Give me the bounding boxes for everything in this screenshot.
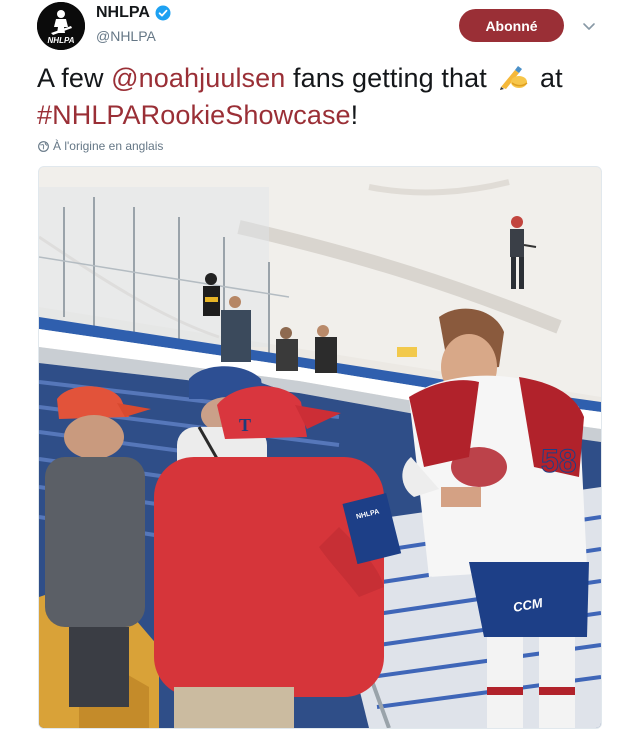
avatar[interactable]: NHLPA [37, 2, 85, 50]
writing-hand-icon [498, 63, 528, 99]
svg-text:T: T [239, 415, 251, 435]
globe-icon [38, 140, 49, 152]
photo-scene: T NHLPA 58 CCM [39, 167, 601, 728]
mention-link[interactable]: @noahjuulsen [111, 63, 285, 93]
avatar-logo-text: NHLPA [48, 36, 75, 45]
tweet-text: A few @noahjuulsen fans getting that at … [37, 62, 597, 132]
display-name[interactable]: NHLPA [96, 4, 150, 22]
translation-label: À l'origine en anglais [53, 139, 164, 153]
verified-badge-icon [155, 5, 171, 21]
nhlpa-logo-icon: NHLPA [37, 2, 85, 50]
hashtag-link[interactable]: #NHLPARookieShowcase [37, 100, 351, 130]
account-handle[interactable]: @NHLPA [96, 28, 156, 44]
tweet-photo[interactable]: T NHLPA 58 CCM [38, 166, 602, 729]
account-name-row: NHLPA [96, 4, 171, 22]
tweet-text-part: fans getting that [285, 63, 495, 93]
follow-button[interactable]: Abonné [459, 9, 564, 42]
tweet-text-part: ! [350, 100, 359, 130]
translation-note[interactable]: À l'origine en anglais [38, 139, 163, 153]
tweet-text-part: at [532, 63, 563, 93]
jersey-number: 58 [541, 443, 577, 479]
tweet-text-part: A few [37, 63, 112, 93]
chevron-down-icon[interactable] [580, 18, 598, 36]
